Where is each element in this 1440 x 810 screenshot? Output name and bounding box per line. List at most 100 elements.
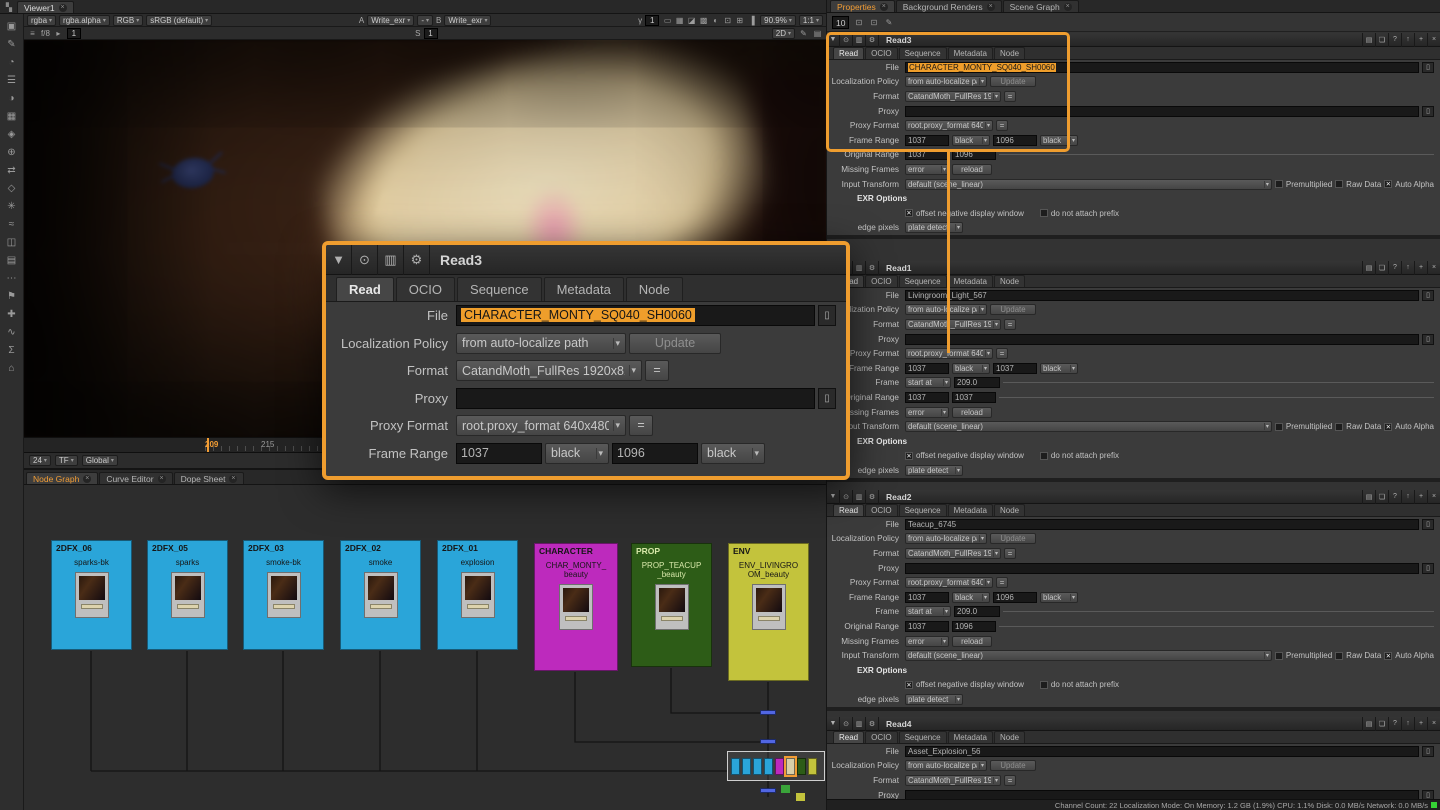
image-icon[interactable]: ▣ [3, 18, 21, 35]
add-icon[interactable]: + [1414, 261, 1427, 275]
localization-policy-dropdown[interactable]: from auto-localize path▾ [905, 533, 987, 544]
localization-policy-dropdown[interactable]: from auto-localize path▾ [905, 760, 987, 771]
collapse-icon[interactable]: ▼ [827, 33, 840, 47]
read-node[interactable] [267, 572, 301, 618]
expression-icon[interactable]: Σ [3, 342, 21, 359]
input-transform-dropdown[interactable]: default (scene_linear)▾ [905, 650, 1272, 661]
read-node[interactable] [655, 584, 689, 630]
equals-button[interactable]: = [996, 120, 1008, 131]
format-dropdown[interactable]: CatandMoth_FullRes 1920x812▾ [905, 548, 1001, 559]
file-browse-icon[interactable]: ▯ [1422, 519, 1434, 530]
tab-viewer1[interactable]: Viewer1 × [17, 1, 74, 13]
tab-sequence[interactable]: Sequence [899, 275, 947, 287]
original-start-field[interactable]: 1037 [905, 621, 949, 632]
equals-button[interactable]: = [1004, 91, 1016, 102]
postage-stamp-icon[interactable]: ▥ [378, 245, 404, 275]
3d-icon[interactable]: ◇ [3, 180, 21, 197]
offset-negative-checkbox[interactable]: ✕offset negative display window [905, 209, 1024, 218]
equals-button[interactable]: = [1004, 319, 1016, 330]
collapse-icon[interactable]: ▼ [827, 490, 840, 504]
grid-icon[interactable]: ▤ [1362, 490, 1375, 504]
backdrop-prop[interactable]: PROPPROP_TEACUP_beauty [631, 543, 712, 667]
tab-ocio[interactable]: OCIO [396, 277, 455, 301]
close-icon[interactable]: × [83, 475, 91, 483]
grid-icon[interactable]: ▤ [1362, 717, 1375, 731]
help-icon[interactable]: ? [1388, 717, 1401, 731]
lock-icon[interactable]: ⊡ [853, 17, 864, 28]
max-panels-field[interactable]: 10 [832, 16, 849, 29]
toolsets-icon[interactable]: ⋯ [3, 270, 21, 287]
overlay-icon[interactable]: ▦ [674, 15, 685, 26]
missing-frames-dropdown[interactable]: error▾ [905, 407, 949, 418]
cluster-node[interactable] [808, 758, 817, 775]
grid-icon[interactable]: ▤ [1362, 33, 1375, 47]
proxy-field[interactable] [905, 790, 1419, 799]
tab-read[interactable]: Read [833, 47, 864, 59]
read-node[interactable] [364, 572, 398, 618]
before-dropdown[interactable]: black▾ [952, 363, 990, 374]
float-icon[interactable]: ❏ [1375, 490, 1388, 504]
time-icon[interactable]: ◔ [3, 54, 21, 71]
wrench-icon[interactable]: ⚙ [866, 717, 879, 731]
tab-ocio[interactable]: OCIO [865, 731, 897, 743]
frame-start-field[interactable]: 1037 [456, 443, 542, 464]
proxy-field[interactable] [905, 106, 1419, 117]
file-browse-icon[interactable]: ▯ [1422, 746, 1434, 757]
backdrop-2dfx_05[interactable]: 2DFX_05sparks [147, 540, 228, 650]
frame-end-field[interactable]: 1037 [993, 363, 1037, 374]
input-transform-dropdown[interactable]: default (scene_linear)▾ [905, 421, 1272, 432]
after-dropdown[interactable]: black▾ [1040, 363, 1078, 374]
merge-node[interactable] [760, 739, 776, 744]
close-icon[interactable]: × [880, 3, 888, 11]
menu-icon[interactable]: ≡ [27, 28, 38, 39]
no-prefix-checkbox[interactable]: do not attach prefix [1040, 451, 1119, 460]
float-icon[interactable]: ❏ [1375, 717, 1388, 731]
tab-read[interactable]: Read [833, 731, 864, 743]
read-node[interactable] [752, 584, 786, 630]
undock-icon[interactable]: ↑ [1401, 261, 1414, 275]
float-icon[interactable]: ❏ [1375, 33, 1388, 47]
annotate-icon[interactable]: ✎ [798, 28, 809, 39]
tab-metadata[interactable]: Metadata [948, 47, 993, 59]
proxy-field[interactable] [905, 334, 1419, 345]
tab-node[interactable]: Node [994, 275, 1025, 287]
wrench-icon[interactable]: ⚙ [866, 261, 879, 275]
edge-pixels-dropdown[interactable]: plate detect▾ [905, 465, 963, 476]
deep-icon[interactable]: ≈ [3, 216, 21, 233]
postage-stamp-icon[interactable]: ▥ [853, 261, 866, 275]
draw-icon[interactable]: ✎ [3, 36, 21, 53]
proxy-browse-icon[interactable]: ▯ [818, 388, 836, 409]
keyer-icon[interactable]: ◈ [3, 126, 21, 143]
auto-alpha-checkbox[interactable]: ✕Auto Alpha [1384, 422, 1434, 431]
saturation-field[interactable]: 1 [424, 28, 438, 39]
close-icon[interactable]: × [1427, 261, 1440, 275]
file-field[interactable]: CHARACTER_MONTY_SQ040_SH0060 [905, 62, 1419, 73]
node-graph[interactable]: 2DFX_06sparks-bk2DFX_05sparks2DFX_03smok… [24, 485, 826, 810]
proxy-field[interactable] [905, 563, 1419, 574]
transform-icon[interactable]: ⇄ [3, 162, 21, 179]
frame-value-field[interactable]: 209.0 [954, 606, 1000, 617]
equals-button[interactable]: = [996, 577, 1008, 588]
fps-dropdown[interactable]: 24▾ [29, 455, 51, 466]
small-node[interactable] [781, 785, 790, 793]
settings-icon[interactable]: ▤ [812, 28, 823, 39]
undock-icon[interactable]: ↑ [1401, 33, 1414, 47]
gain-field[interactable]: 1 [67, 28, 81, 39]
color-icon[interactable]: ◑ [3, 90, 21, 107]
center-icon[interactable]: ⊙ [840, 717, 853, 731]
merge-node[interactable] [760, 788, 776, 793]
edge-pixels-dropdown[interactable]: plate detect▾ [905, 222, 963, 233]
missing-frames-dropdown[interactable]: error▾ [905, 636, 949, 647]
before-dropdown[interactable]: black▾ [545, 443, 609, 464]
checker-icon[interactable]: ▩ [698, 15, 709, 26]
cluster-node[interactable] [764, 758, 773, 775]
cluster-node[interactable] [731, 758, 740, 775]
no-prefix-checkbox[interactable]: do not attach prefix [1040, 680, 1119, 689]
tab-ocio[interactable]: OCIO [865, 47, 897, 59]
input-transform-dropdown[interactable]: default (scene_linear)▾ [905, 179, 1272, 190]
merge-icon[interactable]: ⊕ [3, 144, 21, 161]
ratio-dropdown[interactable]: 1:1▾ [799, 15, 823, 26]
after-dropdown[interactable]: black▾ [1040, 135, 1078, 146]
premultiplied-checkbox[interactable]: Premultiplied [1275, 180, 1332, 189]
tab-metadata[interactable]: Metadata [948, 731, 993, 743]
